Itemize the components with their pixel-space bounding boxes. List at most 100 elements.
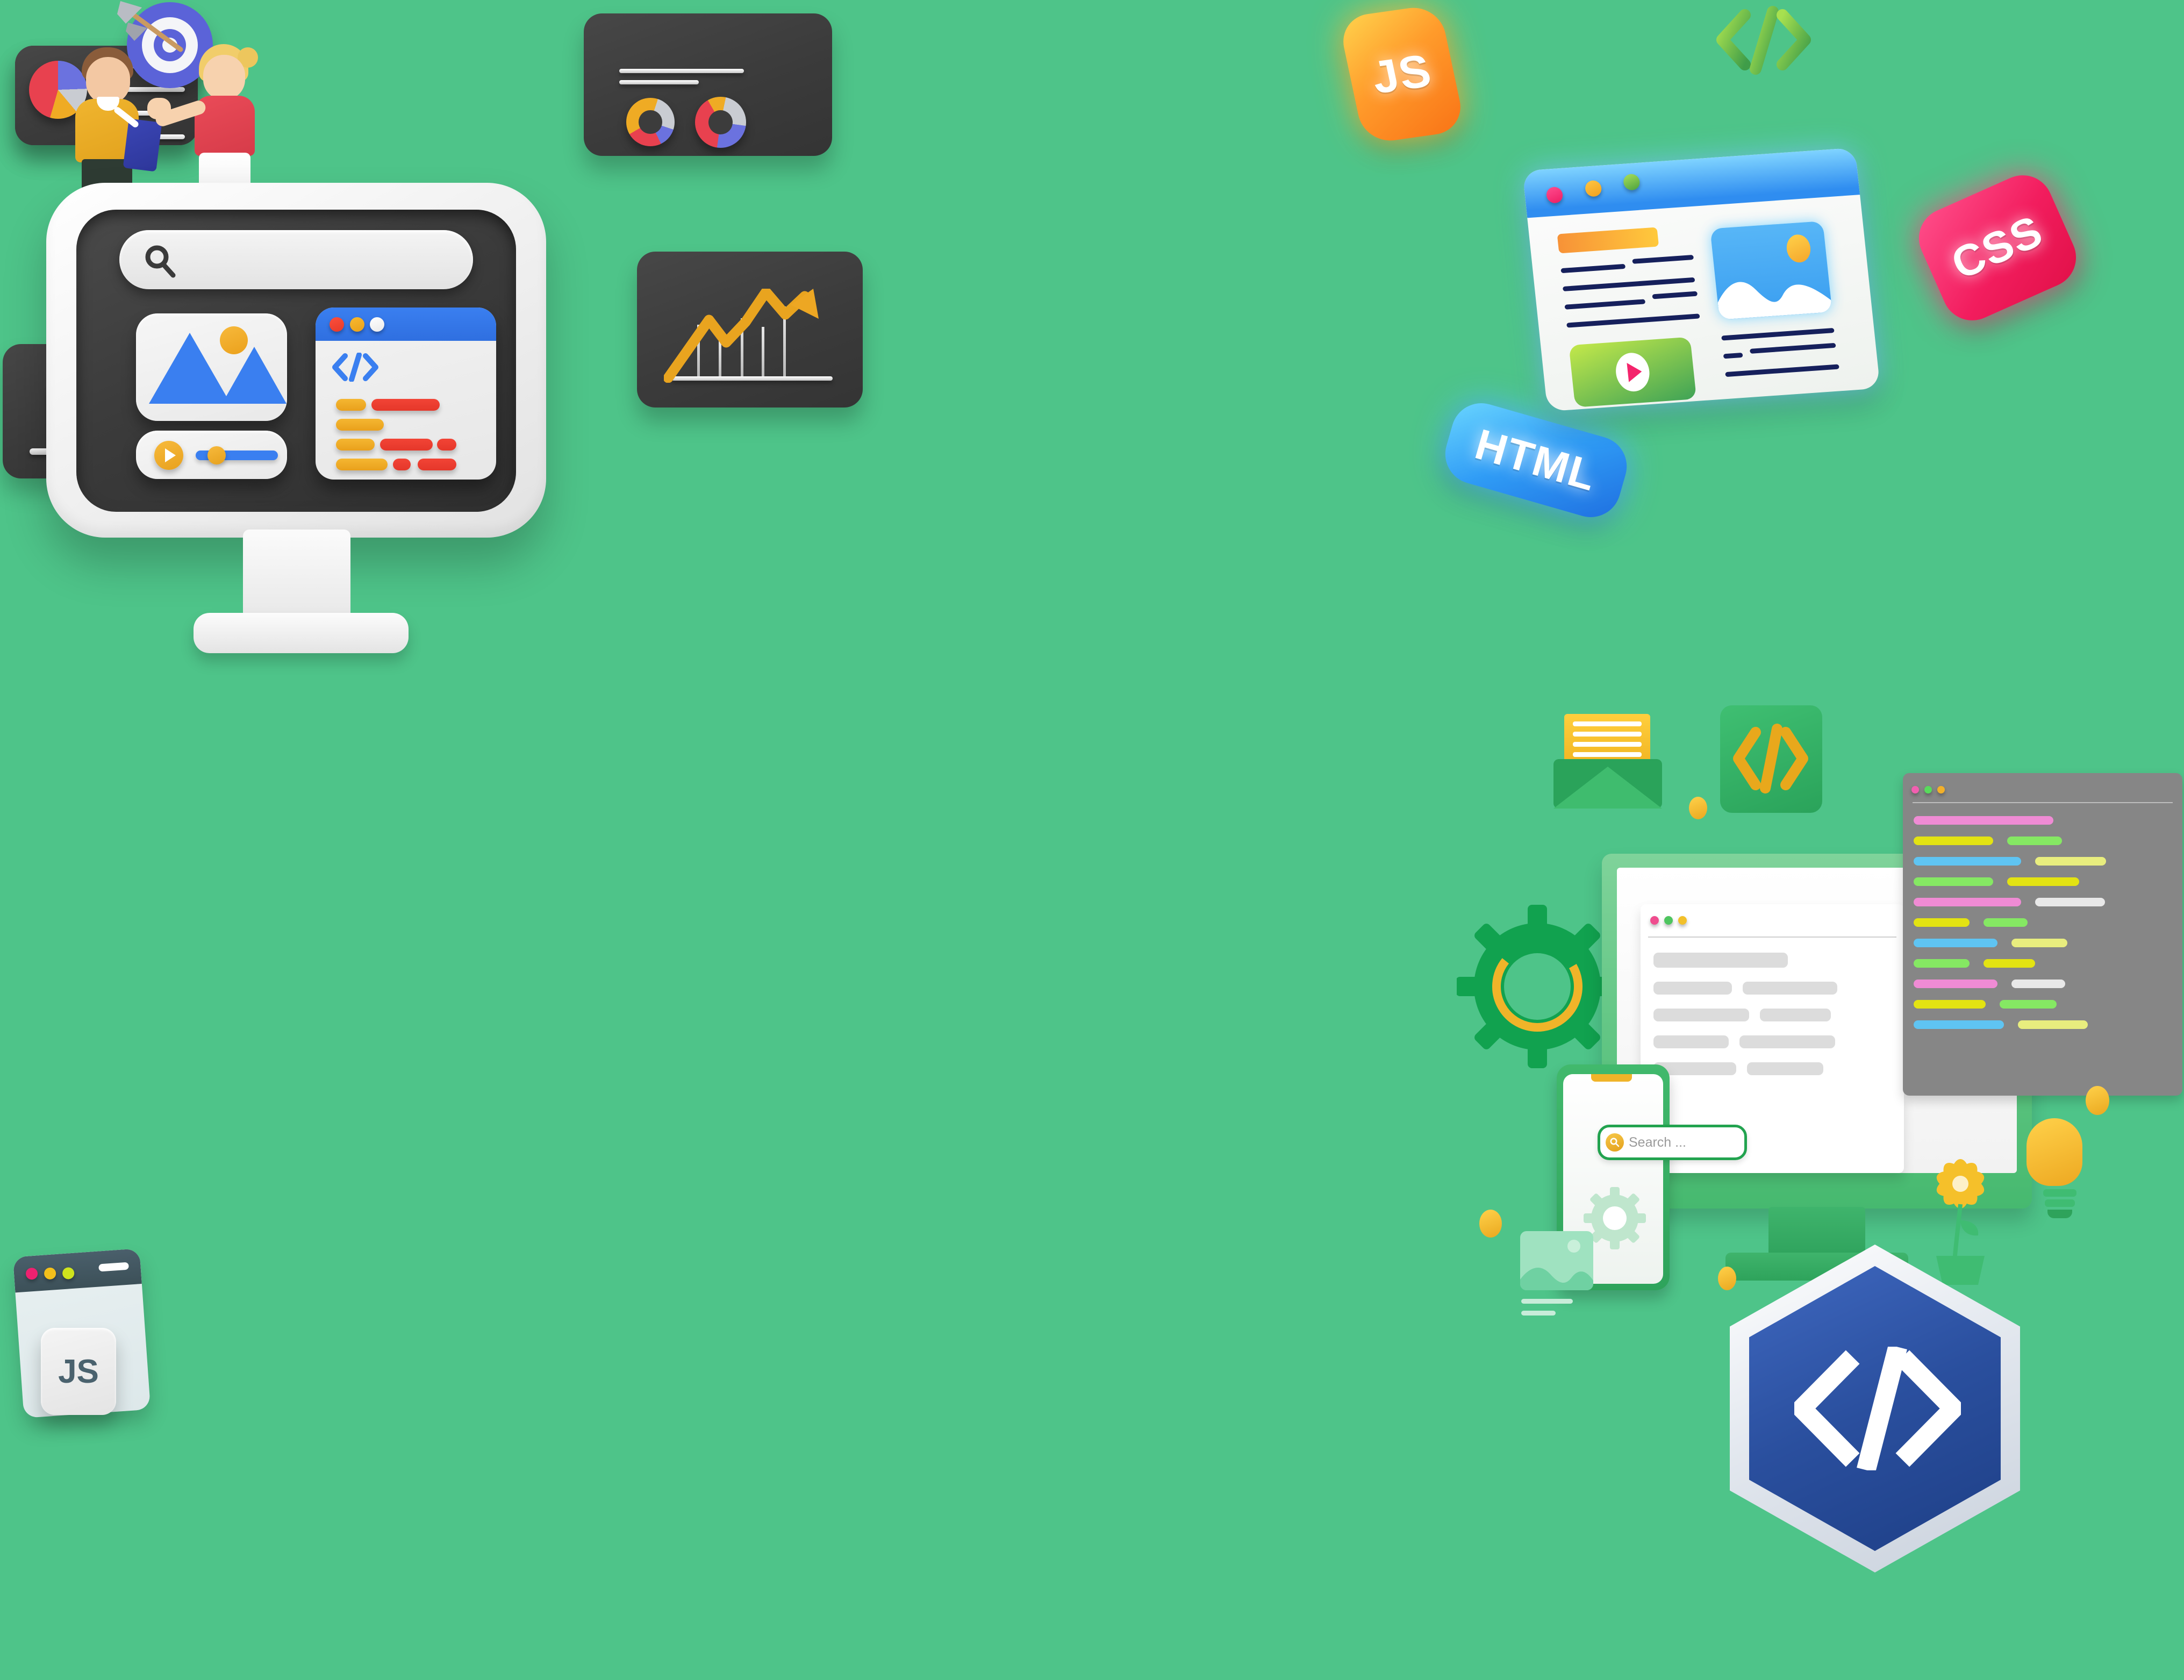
glass-image-block xyxy=(1710,221,1832,320)
window-dot-yellow[interactable] xyxy=(350,317,364,332)
window-dot-yellow[interactable] xyxy=(44,1267,56,1280)
green-workflow-illustration: Search ... xyxy=(1451,672,2182,1316)
progress-slider-thumb[interactable] xyxy=(207,446,226,464)
glass-text-line xyxy=(1725,364,1839,377)
code-token xyxy=(336,419,384,431)
code-token xyxy=(393,459,411,470)
coin-icon xyxy=(1479,1210,1502,1238)
glass-text-line xyxy=(1564,299,1646,310)
glass-text-line xyxy=(1652,291,1698,299)
window-dot-red[interactable] xyxy=(330,317,344,332)
green-skeleton-row xyxy=(1653,953,1788,968)
js-file-label: JS xyxy=(58,1353,99,1390)
motion-line xyxy=(1521,1299,1573,1304)
glass-text-line xyxy=(1632,254,1694,264)
js-file-icon[interactable]: JS xyxy=(41,1328,116,1415)
envelope-body xyxy=(1553,759,1662,809)
mini-browser-urlbar[interactable] xyxy=(98,1262,129,1272)
code-line xyxy=(1914,1000,1986,1009)
donut-chart-panel xyxy=(584,13,832,156)
glass-text-line xyxy=(1566,313,1700,328)
donut-panel-title-line xyxy=(619,69,744,73)
code-line xyxy=(1983,918,2028,927)
envelope-icon xyxy=(1551,714,1664,811)
glass-text-line xyxy=(1721,327,1835,341)
motion-line xyxy=(1521,1311,1556,1316)
js-badge-label: JS xyxy=(1367,44,1437,104)
phone-notch xyxy=(1591,1074,1632,1082)
green-image-sun xyxy=(1567,1240,1580,1253)
green-skeleton-row xyxy=(1653,1009,1749,1021)
window-dot-lime[interactable] xyxy=(62,1267,75,1280)
window-dot-orange[interactable] xyxy=(1584,180,1602,197)
code-line xyxy=(1914,959,1970,968)
code-line xyxy=(2000,1000,2057,1009)
window-dot-pink[interactable] xyxy=(1911,786,1919,793)
window-dot-yellow[interactable] xyxy=(1678,916,1687,925)
donut-panel-sub-line xyxy=(619,80,699,84)
male-tablet xyxy=(123,118,162,172)
code-line xyxy=(2011,980,2065,988)
green-skeleton-row xyxy=(1747,1062,1823,1075)
donut-chart-2 xyxy=(695,97,746,148)
code-token xyxy=(336,439,375,451)
code-line xyxy=(2035,857,2106,866)
code-tile-icon xyxy=(1720,705,1822,813)
window-dot-pink[interactable] xyxy=(1650,916,1659,925)
code-line xyxy=(1914,898,2021,906)
female-head xyxy=(203,55,245,100)
code-line xyxy=(2007,877,2079,886)
play-icon[interactable] xyxy=(154,441,183,470)
html-badge[interactable]: HTML xyxy=(1438,396,1634,525)
window-dot-pink[interactable] xyxy=(1545,186,1564,204)
code-token xyxy=(336,459,388,470)
phone-search-input[interactable]: Search ... xyxy=(1598,1125,1747,1160)
code-window-titlebar xyxy=(316,308,496,341)
code-token xyxy=(336,399,366,411)
code-tile-glyph xyxy=(1733,724,1808,793)
phone-search-placeholder: Search ... xyxy=(1629,1134,1686,1150)
hexagon-code-glyph xyxy=(1794,1347,1961,1470)
css-badge[interactable]: CSS xyxy=(1909,166,2086,330)
glass-text-line xyxy=(1560,263,1626,274)
green-image-mountains xyxy=(1520,1267,1593,1290)
image-mountain-back xyxy=(222,347,287,404)
window-dot-yellow[interactable] xyxy=(1937,786,1945,793)
growth-chart-panel xyxy=(637,252,863,408)
code-window[interactable] xyxy=(316,308,496,480)
coin-icon xyxy=(2086,1086,2109,1115)
window-dot-green[interactable] xyxy=(1622,173,1641,191)
hexagon-code-badge[interactable] xyxy=(1730,1245,2020,1572)
code-token xyxy=(418,459,456,470)
code-line xyxy=(2035,898,2105,906)
green-skeleton-row xyxy=(1743,982,1837,995)
image-placeholder-icon xyxy=(136,313,287,421)
illustration-canvas: JS JS CSS HTML Search ... xyxy=(0,0,2184,1680)
window-dot-green[interactable] xyxy=(1924,786,1932,793)
green-skeleton-row xyxy=(1760,1009,1831,1021)
glass-image-mountains xyxy=(1717,282,1832,320)
green-image-tile xyxy=(1520,1231,1593,1290)
code-line xyxy=(1914,877,1993,886)
glass-video-block[interactable] xyxy=(1569,337,1697,408)
glass-text-line xyxy=(1723,352,1743,359)
glass-play-icon[interactable] xyxy=(1614,352,1652,393)
green-code-panel[interactable] xyxy=(1903,773,2182,1096)
window-dot-green[interactable] xyxy=(1664,916,1673,925)
glass-browser-window[interactable] xyxy=(1522,147,1880,412)
mini-browser-titlebar xyxy=(12,1248,142,1293)
code-line xyxy=(1914,816,2053,825)
code-line xyxy=(1914,918,1970,927)
code-token xyxy=(380,439,433,451)
growth-arrow-icon xyxy=(664,289,819,383)
js-badge[interactable]: JS xyxy=(1337,4,1466,145)
window-dot-pink[interactable] xyxy=(25,1267,38,1280)
monitor-base xyxy=(194,613,409,653)
code-line xyxy=(2007,837,2062,845)
window-dot-white[interactable] xyxy=(370,317,384,332)
gear-icon xyxy=(1457,905,1618,1068)
image-mountain-front xyxy=(149,333,231,404)
code-token xyxy=(371,399,440,411)
coin-icon xyxy=(1689,797,1707,819)
code-brackets-icon xyxy=(332,353,378,382)
